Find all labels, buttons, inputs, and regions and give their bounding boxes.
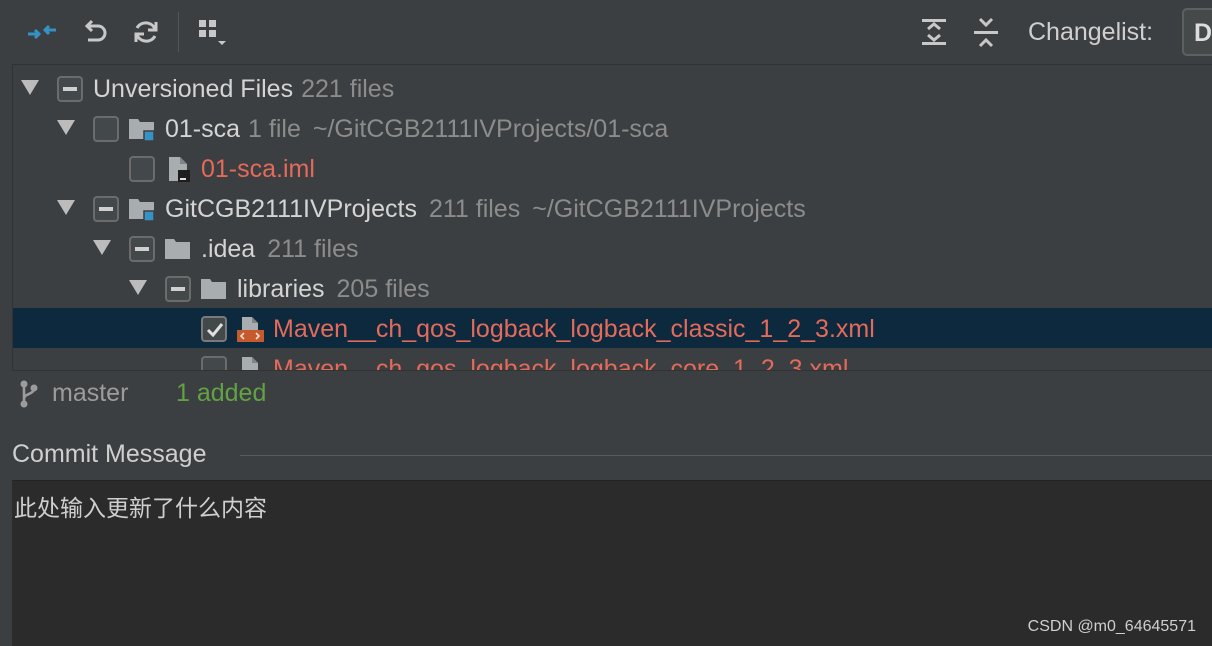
group-by-button[interactable] [192, 12, 232, 52]
tree-row-libraries[interactable]: libraries 205 files [13, 268, 1212, 308]
row-checkbox-checked[interactable] [201, 316, 227, 342]
iml-file-icon [169, 157, 190, 182]
file-count: 221 files [301, 75, 395, 103]
expand-arrow-icon[interactable] [21, 80, 39, 95]
tree-row-label: 01-sca 1 file ~/GitCGB2111IVProjects/01-sc… [165, 115, 668, 144]
tree-row-label: Maven__ch_qos_logback_logback_core_1_2_3… [273, 355, 848, 370]
row-checkbox[interactable] [93, 116, 119, 142]
commit-tool-window: Changelist: D Unversioned Files 221 files… [0, 0, 1212, 646]
toolbar-separator [178, 12, 179, 52]
refresh-button[interactable] [126, 12, 166, 52]
row-checkbox[interactable] [57, 76, 83, 102]
node-name: Unversioned Files [93, 75, 294, 103]
node-name: GitCGB2111IVProjects [165, 195, 417, 223]
module-folder-icon [129, 199, 155, 222]
changelist-dropdown[interactable]: D [1182, 8, 1212, 56]
move-to-changelist-button[interactable] [22, 12, 62, 52]
row-checkbox[interactable] [93, 196, 119, 222]
row-checkbox[interactable] [129, 156, 155, 182]
branch-status-bar: master 1 added [12, 370, 1212, 412]
file-count: 211 files [428, 195, 521, 223]
checkmark-icon [206, 323, 224, 338]
collapse-all-icon [974, 17, 998, 48]
row-checkbox[interactable] [201, 356, 227, 370]
refresh-icon [134, 21, 158, 43]
node-name: Maven__ch_qos_logback_logback_core_1_2_3… [273, 355, 849, 370]
title-divider [240, 455, 1212, 456]
tree-row-label: Unversioned Files 221 files [93, 75, 394, 104]
tree-row-label: Maven__ch_qos_logback_logback_classic_1_… [273, 315, 875, 344]
expand-all-icon [922, 19, 946, 45]
xml-file-icon [242, 357, 258, 370]
commit-message-title: Commit Message [12, 440, 207, 468]
rollback-icon [84, 19, 107, 42]
folder-icon [165, 239, 190, 259]
row-checkbox[interactable] [129, 236, 155, 262]
node-name: 01-sca [165, 115, 241, 143]
node-name: .idea [201, 235, 256, 263]
xml-file-icon [237, 317, 264, 342]
node-path: ~/GitCGB2111IVProjects/01-sca [312, 115, 669, 143]
changes-tree[interactable]: Unversioned Files 221 files 01-sca 1 file ~… [12, 64, 1212, 370]
toolbar: Changelist: D [0, 0, 1212, 64]
tree-row-01-sca-iml[interactable]: 01-sca.iml [13, 148, 1212, 188]
tree-row-logback-classic[interactable]: Maven__ch_qos_logback_logback_classic_1_… [13, 308, 1212, 348]
module-folder-icon [129, 119, 155, 142]
expand-all-button[interactable] [914, 12, 954, 52]
tree-row-label: GitCGB2111IVProjects 211 files ~/GitCGB211… [165, 195, 806, 224]
expand-arrow-icon[interactable] [129, 280, 147, 295]
group-by-icon [199, 20, 226, 45]
added-count: 1 added [176, 379, 267, 407]
collapse-all-button[interactable] [966, 12, 1006, 52]
tree-row-label: .idea 211 files [201, 235, 358, 264]
watermark: CSDN @m0_64645571 [1027, 618, 1196, 635]
tree-row-01-sca[interactable]: 01-sca 1 file ~/GitCGB2111IVProjects/01-sc… [13, 108, 1212, 148]
commit-message-editor[interactable]: 此处输入更新了什么内容 CSDN @m0_64645571 [12, 480, 1212, 646]
file-count: 1 file [248, 115, 301, 143]
tree-row-unversioned-files[interactable]: Unversioned Files 221 files [13, 68, 1212, 108]
rollback-button[interactable] [75, 12, 115, 52]
expand-arrow-icon[interactable] [93, 240, 111, 255]
file-count: 211 files [267, 235, 359, 263]
node-name: libraries [237, 275, 325, 303]
row-checkbox[interactable] [165, 276, 191, 302]
changelist-label: Changelist: [1028, 18, 1154, 46]
tree-row-gitcgb2111ivprojects[interactable]: GitCGB2111IVProjects 211 files ~/GitCGB211… [13, 188, 1212, 228]
tree-row-label: libraries 205 files [237, 275, 430, 304]
tree-row-label: 01-sca.iml [201, 155, 315, 184]
branch-name[interactable]: master [52, 379, 128, 408]
folder-icon [201, 279, 226, 299]
tree-row-logback-core[interactable]: Maven__ch_qos_logback_logback_core_1_2_3… [13, 348, 1212, 370]
commit-message-text[interactable]: 此处输入更新了什么内容 [14, 489, 267, 523]
tree-row-idea[interactable]: .idea 211 files [13, 228, 1212, 268]
node-name: Maven__ch_qos_logback_logback_classic_1_… [273, 315, 875, 343]
node-name: 01-sca.iml [201, 155, 315, 183]
expand-arrow-icon[interactable] [57, 200, 75, 215]
move-to-changelist-icon [28, 24, 56, 40]
file-count: 205 files [336, 275, 430, 303]
branch-icon [20, 380, 38, 408]
expand-arrow-icon[interactable] [57, 120, 75, 135]
node-path: ~/GitCGB2111IVProjects [532, 195, 806, 223]
